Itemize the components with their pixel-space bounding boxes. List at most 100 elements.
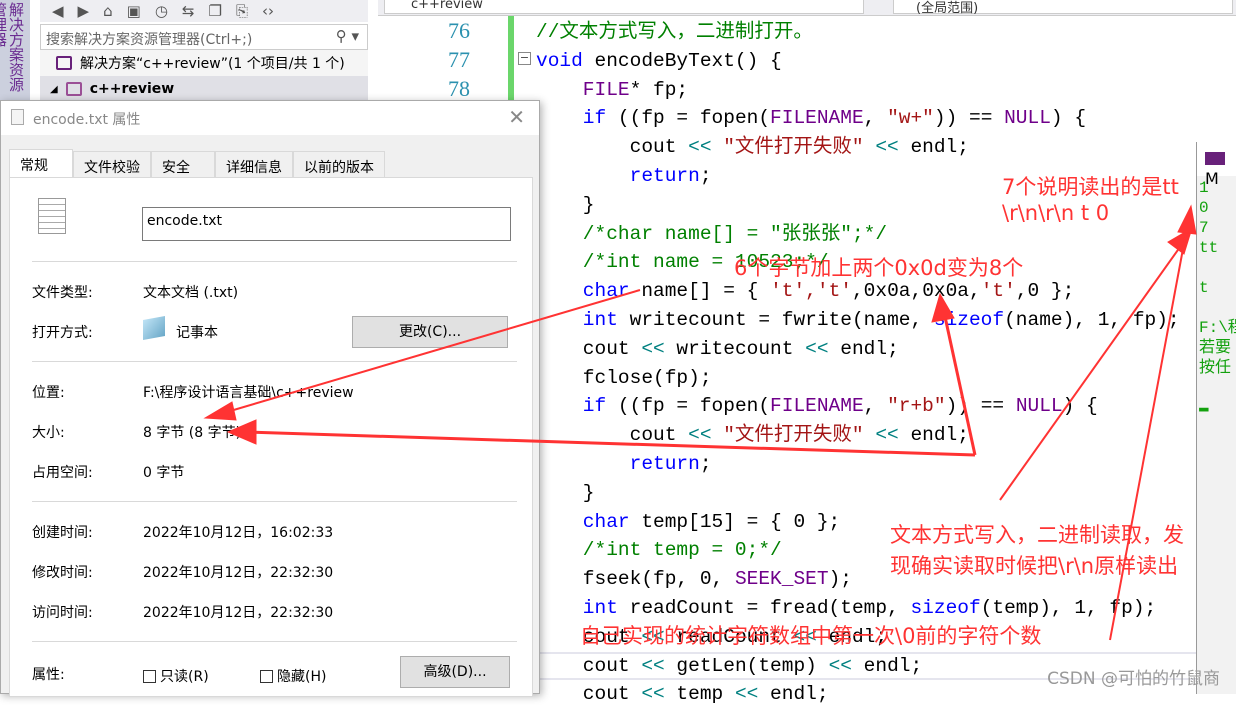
code-line[interactable]: /*int temp = 0;*/ [536, 536, 782, 564]
back-icon[interactable]: ◀ [52, 2, 64, 20]
open-with-label: 打开方式: [32, 325, 93, 341]
code-token: 't' [980, 280, 1016, 303]
hidden-label: 隐藏(H) [277, 669, 327, 685]
code-token: (name), 1, fp); [1004, 309, 1180, 331]
code-line[interactable]: int writecount = fwrite(name, sizeof(nam… [536, 306, 1180, 334]
code-token: cout [536, 683, 642, 706]
type-value: 文本文档 (.txt) [143, 285, 239, 301]
code-line[interactable]: /*char name[] = "张张张";*/ [536, 220, 887, 248]
code-token: encodeByText() { [582, 49, 782, 72]
change-button[interactable]: 更改(C)... [352, 316, 508, 348]
search-icon[interactable]: ⚲ ▾ [336, 27, 359, 45]
location-value: F:\程序设计语言基础\c++review [143, 385, 354, 401]
code-token: << [641, 337, 665, 360]
tree-solution[interactable]: 解决方案“c++review”(1 个项目/共 1 个) [40, 50, 368, 76]
code-line[interactable]: int readCount = fread(temp, sizeof(temp)… [536, 594, 1156, 622]
console-window[interactable]: M 1 0 7 tt t F:\程 若要 按任 ▬ [1196, 142, 1236, 694]
code-token: endl; [828, 337, 899, 360]
code-line[interactable]: if ((fp = fopen(FILENAME, "r+b")) == NUL… [536, 392, 1098, 420]
code-token: << [875, 136, 899, 159]
code-line[interactable]: } [536, 479, 595, 507]
arrow-head [1167, 226, 1193, 255]
code-line[interactable]: return; [536, 450, 712, 478]
code-line[interactable]: cout << writecount << endl; [536, 335, 899, 363]
solution-search-input[interactable]: 搜索解决方案资源管理器(Ctrl+;) ⚲ ▾ [40, 24, 368, 50]
code-line[interactable]: cout << temp << endl; [536, 680, 829, 708]
tab-checksum[interactable]: 文件校验 [73, 151, 151, 179]
type-label: 文件类型: [32, 285, 93, 301]
dialog-title: encode.txt 属性 [33, 112, 141, 128]
hidden-checkbox[interactable]: 隐藏(H) [260, 666, 326, 686]
code-line[interactable]: cout << "文件打开失败" << endl; [536, 421, 969, 449]
sync-view-icon[interactable]: ▣ [127, 2, 141, 20]
history-icon[interactable]: ◷ [155, 2, 168, 20]
code-token: char [536, 510, 630, 533]
code-token: "w+" [887, 107, 934, 130]
general-panel: encode.txt 文件类型: 文本文档 (.txt) 打开方式: 记事本 更… [9, 177, 533, 697]
annotation-text-write-1: 文本方式写入，二进制读取，发 [890, 523, 1184, 547]
console-output: 1 0 7 tt t F:\程 若要 按任 ▬ [1199, 179, 1236, 417]
code-token: temp[15] = { 0 }; [629, 510, 841, 533]
code-line[interactable]: fclose(fp); [536, 364, 712, 392]
expand-icon[interactable]: ◢ [50, 84, 58, 95]
code-token: endl; [758, 683, 829, 706]
code-token: , [863, 395, 888, 418]
filename-field[interactable]: encode.txt [142, 207, 511, 241]
project-icon [65, 82, 82, 96]
home-icon[interactable]: ⌂ [103, 2, 113, 20]
search-placeholder: 搜索解决方案资源管理器(Ctrl+;) [46, 32, 253, 48]
code-token: fseek(fp, 0, [536, 568, 735, 591]
tab-security[interactable]: 安全 [151, 151, 215, 179]
code-line[interactable]: cout << "文件打开失败" << endl; [536, 133, 969, 161]
console-titlebar: M [1197, 142, 1236, 188]
close-icon[interactable]: ✕ [508, 105, 525, 129]
divider [32, 361, 517, 362]
divider [32, 501, 517, 502]
forward-icon[interactable]: ▶ [78, 2, 90, 20]
code-icon[interactable]: ‹› [262, 2, 274, 20]
code-token: NULL [1015, 395, 1063, 418]
code-line[interactable]: return; [536, 162, 712, 190]
tab-general[interactable]: 常规 [9, 149, 73, 179]
notepad-icon [143, 316, 165, 340]
copy-icon[interactable]: ⎘ [236, 2, 248, 20]
console-icon [1205, 152, 1225, 165]
size-value: 8 字节 (8 字节) [143, 425, 242, 441]
code-token: ); [828, 568, 852, 591]
scope-selector[interactable]: (全局范围) [893, 0, 1233, 16]
code-token: writecount = fwrite(name, [617, 309, 934, 331]
tab-details[interactable]: 详细信息 [215, 151, 293, 179]
code-line[interactable]: char temp[15] = { 0 }; [536, 508, 840, 536]
code-line[interactable]: FILE* fp; [536, 76, 688, 104]
code-line[interactable]: //文本方式写入，二进制打开。 [536, 18, 813, 46]
code-token: << [688, 136, 712, 159]
tab-previous-versions[interactable]: 以前的版本 [293, 151, 385, 179]
code-line[interactable]: void encodeByText() { [536, 47, 782, 75]
code-token: )) == [945, 395, 1016, 418]
solution-toolbar: ◀ ▶ ⌂ ▣ ◷ ⇆ ❐ ⎘ ‹› [40, 0, 368, 22]
tree-project[interactable]: ◢ c++review [40, 76, 368, 102]
advanced-button[interactable]: 高级(D)... [400, 656, 510, 688]
collapse-icon[interactable]: ❐ [208, 2, 221, 20]
code-token: << [688, 424, 712, 447]
code-token: void [536, 49, 583, 72]
readonly-checkbox[interactable]: 只读(R) [143, 666, 209, 686]
code-token: if [536, 107, 607, 130]
modified-label: 修改时间: [32, 565, 93, 581]
file-selector[interactable]: c++review [384, 0, 864, 14]
code-line[interactable]: if ((fp = fopen(FILENAME, "w+")) == NULL… [536, 104, 1086, 132]
switch-icon[interactable]: ⇆ [182, 2, 195, 20]
line-number: 77 [448, 47, 470, 72]
line-number: 76 [448, 18, 470, 43]
code-token: char [536, 280, 630, 303]
solution-icon [56, 56, 72, 70]
code-token: cout [536, 424, 689, 447]
editor-navbar: c++review (全局范围) [378, 0, 1236, 16]
code-token: ((fp = fopen( [606, 107, 771, 130]
solution-explorer-side-tab[interactable]: 解决方案资源管理器 [0, 0, 30, 100]
code-line[interactable]: } [536, 191, 595, 219]
code-line[interactable]: fseek(fp, 0, SEEK_SET); [536, 565, 852, 593]
collapse-region-icon[interactable]: − [518, 52, 531, 65]
accessed-value: 2022年10月12日，22:32:30 [143, 605, 334, 621]
code-line[interactable]: cout << getLen(temp) << endl; [536, 652, 922, 680]
